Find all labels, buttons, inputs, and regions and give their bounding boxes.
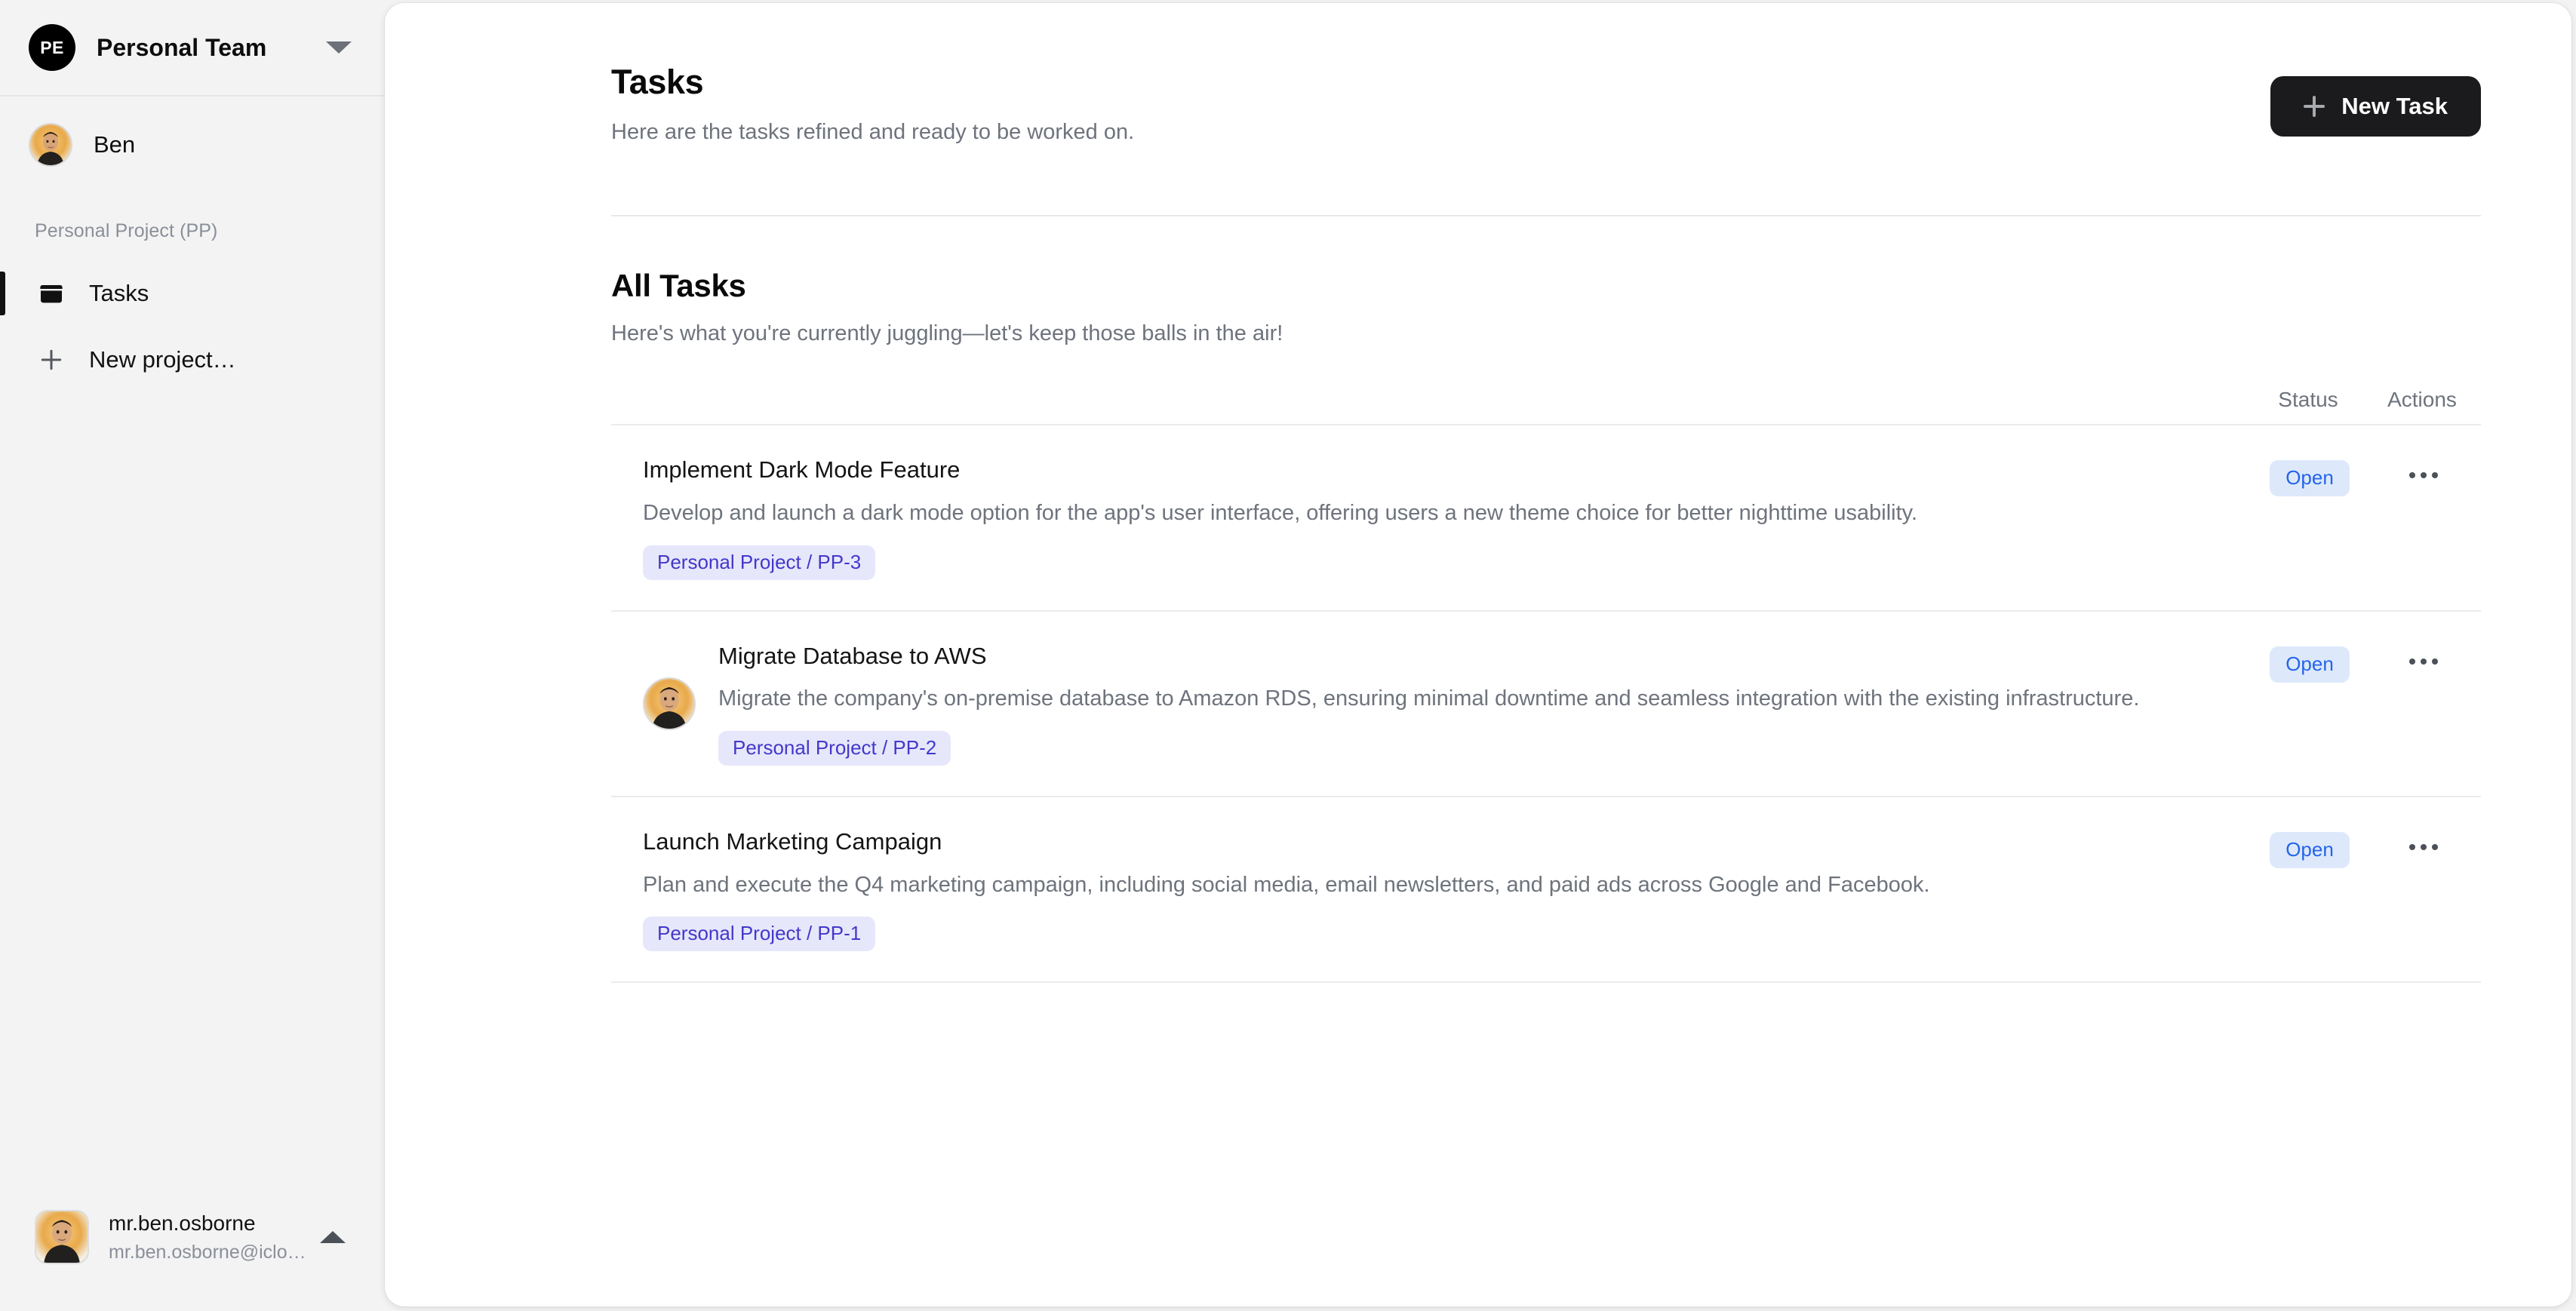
task-title: Implement Dark Mode Feature — [643, 456, 961, 484]
table-row[interactable]: Implement Dark Mode Feature Develop and … — [611, 424, 2481, 609]
team-avatar: PE — [29, 24, 75, 71]
table-row[interactable]: Migrate Database to AWS Migrate the comp… — [611, 609, 2481, 796]
page-header-text: Tasks Here are the tasks refined and rea… — [611, 63, 2270, 146]
column-header-status: Status — [2278, 388, 2338, 412]
sidebar-section-label: Personal Project (PP) — [35, 220, 218, 241]
app-window: PE Personal Team Ben Personal Project (P… — [0, 0, 2576, 1311]
account-email: mr.ben.osborne@iclo… — [109, 1241, 306, 1263]
task-actions-cell — [2366, 837, 2481, 858]
task-project-badge[interactable]: Personal Project / PP-2 — [718, 730, 951, 766]
ellipsis-horizontal-icon[interactable] — [2403, 465, 2444, 486]
main-panel: Tasks Here are the tasks refined and rea… — [385, 3, 2571, 1306]
task-content: Implement Dark Mode Feature Develop and … — [643, 456, 2253, 580]
account-name: mr.ben.osborne — [109, 1211, 256, 1235]
chevron-up-icon[interactable] — [320, 1231, 346, 1243]
account-text: mr.ben.osborne mr.ben.osborne@iclo… — [109, 1210, 309, 1265]
sidebar-item-label: Tasks — [89, 280, 149, 306]
ellipsis-horizontal-icon[interactable] — [2403, 837, 2444, 858]
task-project-badge[interactable]: Personal Project / PP-1 — [643, 916, 876, 952]
content: Tasks Here are the tasks refined and rea… — [385, 3, 2571, 984]
new-task-button[interactable]: New Task — [2270, 76, 2481, 137]
new-task-button-label: New Task — [2341, 93, 2448, 119]
sidebar-user[interactable]: Ben — [0, 97, 385, 193]
section-header: All Tasks Here's what you're currently j… — [611, 216, 2481, 348]
task-status-cell: Open — [2253, 646, 2366, 683]
main-outer: Tasks Here are the tasks refined and rea… — [385, 0, 2576, 1311]
avatar — [643, 677, 696, 730]
status-badge[interactable]: Open — [2270, 460, 2350, 497]
sidebar-item-tasks[interactable]: Tasks — [0, 265, 385, 322]
task-description: Migrate the company's on-premise databas… — [718, 686, 2140, 711]
task-description: Plan and execute the Q4 marketing campai… — [643, 872, 1930, 897]
task-description: Develop and launch a dark mode option fo… — [643, 500, 1918, 525]
chevron-down-icon[interactable] — [326, 41, 352, 54]
task-status-cell: Open — [2253, 831, 2366, 868]
task-content: Migrate Database to AWS Migrate the comp… — [718, 642, 2253, 766]
task-project-badge[interactable]: Personal Project / PP-3 — [643, 545, 876, 580]
avatar — [35, 1210, 89, 1264]
avatar — [29, 123, 72, 167]
tasks-table: Status Actions Implement Dark Mode Featu… — [611, 376, 2481, 984]
account-switcher[interactable]: mr.ben.osborne mr.ben.osborne@iclo… — [26, 1196, 359, 1278]
plus-icon — [2304, 96, 2325, 117]
sidebar-user-label: Ben — [94, 131, 136, 158]
archive-box-icon — [35, 277, 68, 310]
sidebar-item-label: New project… — [89, 346, 236, 373]
task-status-cell: Open — [2253, 460, 2366, 497]
task-actions-cell — [2366, 465, 2481, 486]
task-title: Launch Marketing Campaign — [643, 827, 942, 855]
team-name: Personal Team — [97, 33, 267, 61]
team-switcher[interactable]: PE Personal Team — [0, 0, 385, 97]
section-title: All Tasks — [611, 268, 746, 304]
table-header: Status Actions — [611, 376, 2481, 424]
table-footer-divider — [611, 981, 2481, 984]
task-content: Launch Marketing Campaign Plan and execu… — [643, 827, 2253, 952]
status-badge[interactable]: Open — [2270, 831, 2350, 868]
page-title: Tasks — [611, 63, 704, 101]
page-header: Tasks Here are the tasks refined and rea… — [611, 3, 2481, 146]
page-subtitle: Here are the tasks refined and ready to … — [611, 119, 1135, 144]
column-header-actions: Actions — [2387, 388, 2457, 412]
plus-icon — [35, 343, 68, 376]
ellipsis-horizontal-icon[interactable] — [2403, 651, 2444, 672]
section-subtitle: Here's what you're currently juggling—le… — [611, 321, 1283, 346]
task-actions-cell — [2366, 651, 2481, 672]
task-title: Migrate Database to AWS — [718, 642, 987, 669]
sidebar-item-new-project[interactable]: New project… — [0, 331, 385, 388]
table-row[interactable]: Launch Marketing Campaign Plan and execu… — [611, 795, 2481, 981]
sidebar: PE Personal Team Ben Personal Project (P… — [0, 0, 385, 1311]
status-badge[interactable]: Open — [2270, 646, 2350, 683]
